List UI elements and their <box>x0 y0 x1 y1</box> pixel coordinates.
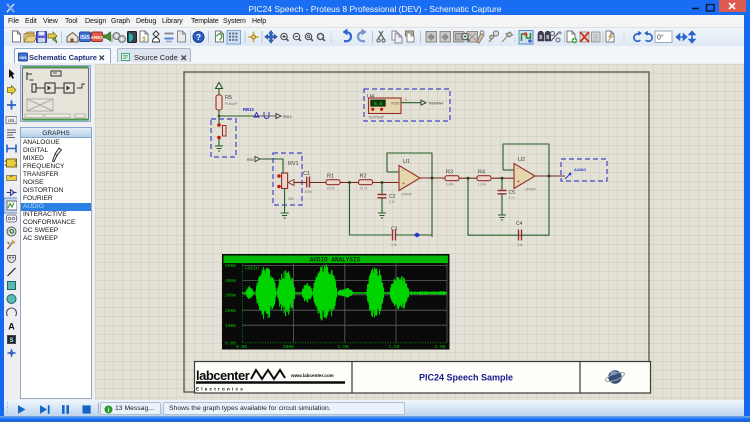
svg-text:19.7k: 19.7k <box>360 187 368 191</box>
svg-text:LBL: LBL <box>8 118 16 123</box>
svg-text:300m: 300m <box>225 293 236 299</box>
svg-text:RB13: RB13 <box>243 107 254 112</box>
svg-text:+: + <box>517 179 520 185</box>
svg-text:?: ? <box>196 32 201 42</box>
svg-text:500m: 500m <box>283 344 294 350</box>
svg-text:U1: U1 <box>403 159 410 165</box>
svg-text:R2: R2 <box>360 174 367 180</box>
svg-text:RB13: RB13 <box>283 115 292 119</box>
svg-text:6.37k: 6.37k <box>327 187 335 191</box>
svg-text:1.00: 1.00 <box>338 344 349 350</box>
svg-text:100n: 100n <box>305 190 313 194</box>
svg-text:AUDIO ANALYSIS: AUDIO ANALYSIS <box>310 257 361 264</box>
svg-text:ISIS: ISIS <box>80 35 90 41</box>
svg-text:2.7n: 2.7n <box>509 196 515 200</box>
svg-text:RB0: RB0 <box>247 158 254 162</box>
svg-text:AUDIO: AUDIO <box>574 168 586 172</box>
svg-text:Electronics: Electronics <box>196 387 245 392</box>
svg-text:12.4k: 12.4k <box>478 183 486 187</box>
svg-text:labcenter: labcenter <box>196 368 250 383</box>
svg-text:+: + <box>402 181 405 187</box>
svg-text:500m: 500m <box>225 263 236 269</box>
svg-text:6.49k: 6.49k <box>446 183 454 187</box>
svg-text:3.3n: 3.3n <box>391 243 397 247</box>
svg-text:ISIS: ISIS <box>19 55 27 60</box>
svg-text:0.00: 0.00 <box>236 344 247 350</box>
svg-text:PullupP: PullupP <box>225 102 238 106</box>
svg-text:OPAMP: OPAMP <box>525 188 536 192</box>
svg-text:R1: R1 <box>327 174 334 180</box>
svg-text:www.labcenter.com: www.labcenter.com <box>290 373 334 378</box>
svg-text:RV1: RV1 <box>288 161 299 167</box>
svg-text:5.6n: 5.6n <box>517 243 523 247</box>
svg-text:AUDIO: AUDIO <box>245 266 259 272</box>
svg-text:R5: R5 <box>225 95 232 101</box>
svg-text:2.7n: 2.7n <box>389 200 395 204</box>
svg-text:VOUT: VOUT <box>391 102 400 106</box>
svg-text:S: S <box>9 338 13 344</box>
svg-text:20k: 20k <box>288 197 294 201</box>
svg-text:A: A <box>8 322 15 332</box>
svg-text:U2: U2 <box>518 157 525 163</box>
svg-text:C1: C1 <box>303 171 310 177</box>
svg-text:PIC24 Speech Sample: PIC24 Speech Sample <box>419 373 513 383</box>
svg-text:R3: R3 <box>446 170 453 176</box>
svg-text:1.50: 1.50 <box>389 344 400 350</box>
svg-text:2: 2 <box>405 98 407 102</box>
svg-text:8.8: 8.8 <box>374 101 382 107</box>
svg-text:RB4/AN4: RB4/AN4 <box>429 101 443 105</box>
svg-text:2.00: 2.00 <box>435 344 446 350</box>
svg-text:R4: R4 <box>478 170 485 176</box>
svg-text:ARES: ARES <box>91 35 104 40</box>
svg-text:200m: 200m <box>225 308 236 314</box>
svg-text:100m: 100m <box>225 323 236 329</box>
svg-text:400m: 400m <box>225 278 236 284</box>
svg-text:OPAMP: OPAMP <box>401 193 412 197</box>
svg-text:0.00: 0.00 <box>225 341 236 347</box>
svg-text:0°: 0° <box>657 34 664 42</box>
svg-text:TC77CHT: TC77CHT <box>369 116 384 120</box>
svg-text:C4: C4 <box>516 221 523 227</box>
